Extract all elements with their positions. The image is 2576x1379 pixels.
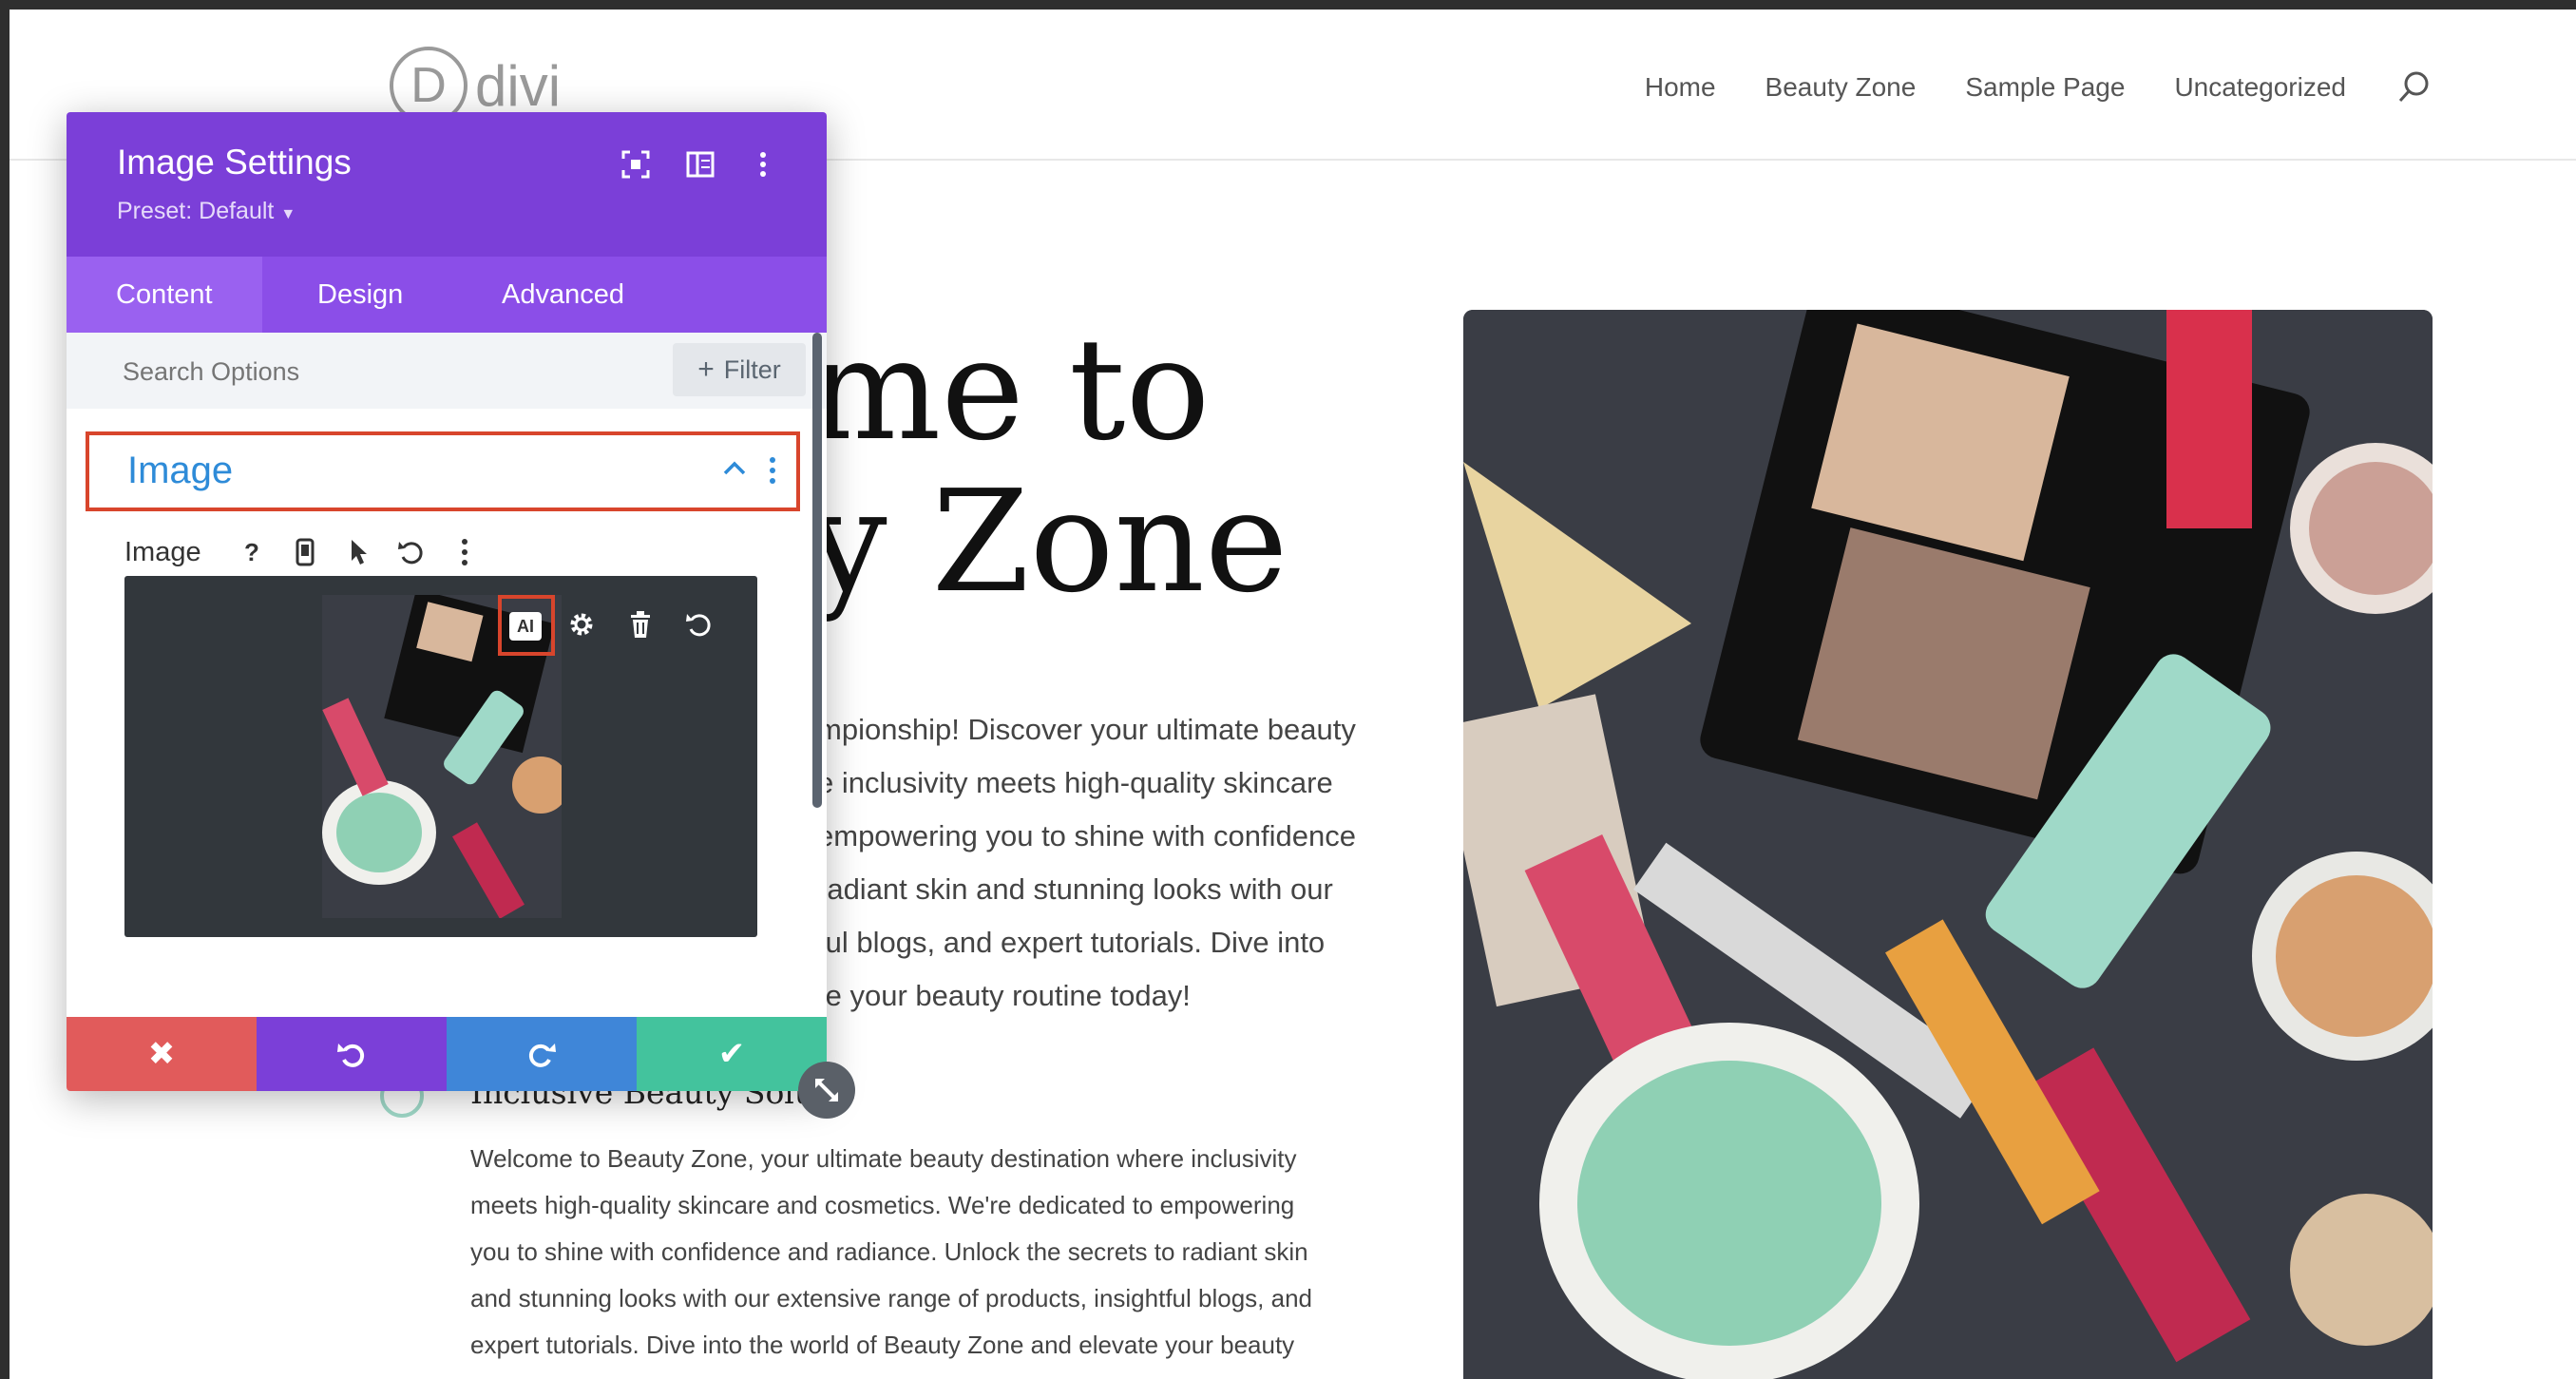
filter-button[interactable]: + Filter: [673, 343, 806, 396]
ai-generate-icon[interactable]: AI: [509, 612, 542, 641]
preset-label: Preset: Default: [117, 198, 275, 224]
main-nav: Home Beauty Zone Sample Page Uncategoriz…: [1645, 68, 2433, 106]
filter-label: Filter: [723, 354, 781, 384]
hover-cursor-icon[interactable]: [342, 536, 374, 568]
svg-text:?: ?: [244, 538, 259, 566]
plus-icon: +: [697, 354, 715, 385]
image-option-label: Image: [124, 536, 201, 567]
undo-icon: [337, 1044, 365, 1067]
panel-tabs: Content Design Advanced: [67, 257, 827, 333]
option-more-icon[interactable]: [448, 536, 481, 568]
tab-design[interactable]: Design: [268, 257, 452, 333]
feature-text-line: meets high-quality skincare and cosmetic…: [470, 1191, 1295, 1219]
more-options-icon[interactable]: [747, 148, 779, 181]
chevron-up-icon[interactable]: [720, 454, 749, 488]
image-option-row: Image ?: [124, 528, 481, 576]
save-button[interactable]: ✔: [637, 1017, 827, 1091]
section-menu-icon[interactable]: [766, 454, 779, 491]
reset-icon[interactable]: [395, 536, 428, 568]
reset-image-icon[interactable]: [679, 604, 719, 644]
nav-uncategorized[interactable]: Uncategorized: [2174, 72, 2346, 103]
panel-actions: ✖ ✔: [67, 1017, 827, 1091]
help-icon[interactable]: ?: [236, 536, 268, 568]
tab-content[interactable]: Content: [67, 257, 262, 333]
feature-text: Welcome to Beauty Zone, your ultimate be…: [470, 1136, 1354, 1369]
split-view-icon[interactable]: [684, 148, 716, 181]
options-search-row: + Filter: [67, 333, 827, 409]
panel-resize-handle[interactable]: [798, 1062, 855, 1119]
image-settings-panel: Image Settings Preset: Default ▼ Content…: [67, 112, 827, 1091]
feature-text-line: and stunning looks with our extensive ra…: [470, 1284, 1312, 1312]
nav-beauty-zone[interactable]: Beauty Zone: [1765, 72, 1917, 103]
feature-text-line: Welcome to Beauty Zone, your ultimate be…: [470, 1144, 1297, 1173]
section-title: Image: [127, 450, 234, 491]
feature-text-line: expert tutorials. Dive into the world of…: [470, 1331, 1295, 1359]
feature-text-line: you to shine with confidence and radianc…: [470, 1237, 1308, 1266]
panel-title: Image Settings: [117, 143, 352, 182]
undo-button[interactable]: [257, 1017, 447, 1091]
fullscreen-icon[interactable]: [620, 148, 652, 181]
image-upload-preview[interactable]: AI: [124, 576, 757, 937]
window-top-edge: [0, 0, 2576, 10]
window-left-edge: [0, 0, 10, 1379]
cancel-button[interactable]: ✖: [67, 1017, 257, 1091]
logo-text: divi: [475, 53, 562, 118]
tab-advanced[interactable]: Advanced: [452, 257, 674, 333]
settings-gear-icon[interactable]: [562, 604, 601, 644]
hero-cosmetics-image[interactable]: [1463, 310, 2433, 1379]
checkmark-icon: ✔: [717, 1036, 746, 1072]
redo-button[interactable]: [447, 1017, 637, 1091]
panel-header[interactable]: Image Settings Preset: Default ▼: [67, 112, 827, 257]
image-section-toggle[interactable]: Image: [86, 431, 800, 511]
trash-icon[interactable]: [620, 604, 660, 644]
nav-sample-page[interactable]: Sample Page: [1965, 72, 2125, 103]
redo-icon: [528, 1044, 556, 1067]
responsive-mobile-icon[interactable]: [289, 536, 321, 568]
resize-arrows-icon: [815, 1079, 838, 1101]
caret-down-icon: ▼: [280, 206, 296, 222]
search-icon[interactable]: [2395, 68, 2433, 106]
preset-dropdown[interactable]: Preset: Default ▼: [117, 198, 296, 225]
close-icon: ✖: [147, 1036, 176, 1072]
image-tools: [562, 604, 719, 644]
search-options-input[interactable]: [121, 350, 657, 393]
nav-home[interactable]: Home: [1645, 72, 1716, 103]
panel-scrollbar[interactable]: [812, 333, 822, 808]
